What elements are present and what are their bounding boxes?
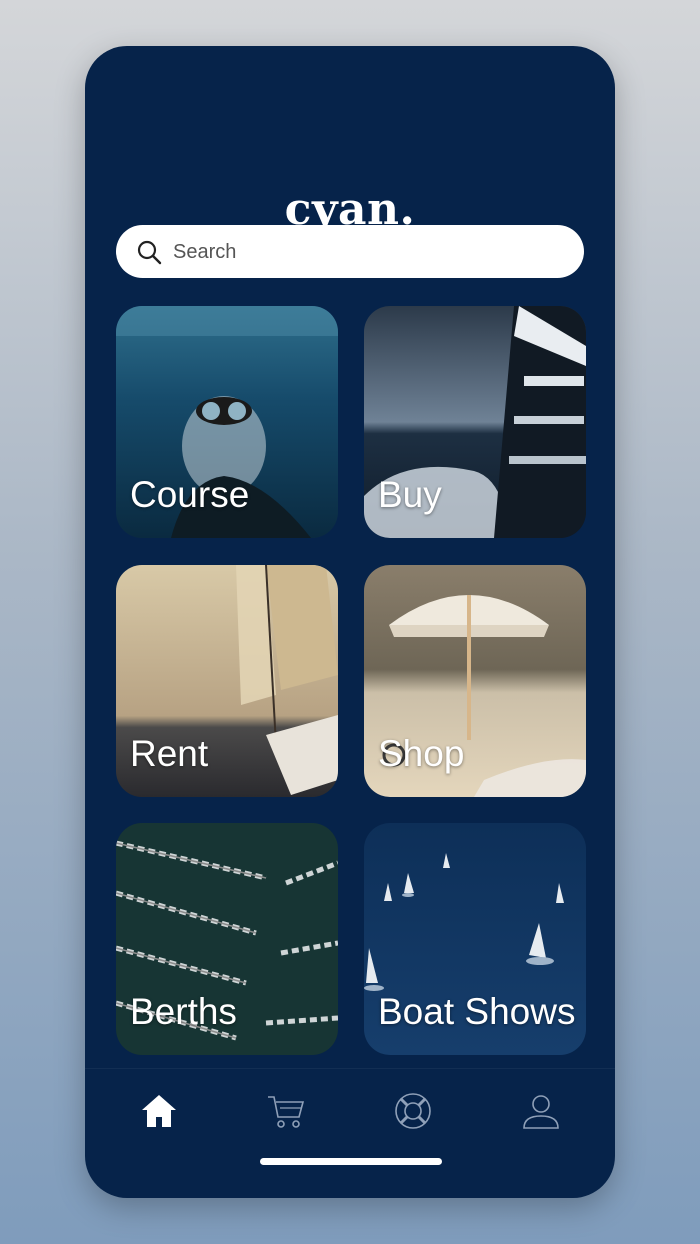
lifebuoy-icon	[395, 1093, 431, 1129]
tab-home[interactable]	[127, 1079, 191, 1143]
home-icon	[142, 1095, 176, 1127]
search-input[interactable]	[171, 235, 565, 269]
tile-berths[interactable]: Berths	[116, 823, 338, 1055]
home-indicator	[260, 1158, 442, 1165]
tile-buy[interactable]: Buy	[364, 306, 586, 538]
profile-icon	[523, 1095, 559, 1129]
app-screen: cyan. Course	[85, 46, 615, 1198]
search-icon	[137, 240, 162, 265]
tile-label: Rent	[130, 733, 209, 774]
tab-cart[interactable]	[254, 1079, 318, 1143]
tile-label: Buy	[378, 474, 442, 515]
tile-label: Boat Shows	[378, 991, 576, 1032]
tile-shop[interactable]: Shop	[364, 565, 586, 797]
tab-profile[interactable]	[509, 1079, 573, 1143]
tile-course[interactable]: Course	[116, 306, 338, 538]
tile-label: Course	[130, 474, 250, 515]
tile-rent[interactable]: Rent	[116, 565, 338, 797]
tab-support[interactable]	[381, 1079, 445, 1143]
search-bar[interactable]	[116, 225, 584, 278]
bottom-tab-bar	[85, 1068, 615, 1198]
tile-label: Berths	[130, 991, 237, 1032]
tile-label: Shop	[378, 733, 465, 774]
cart-icon	[268, 1096, 305, 1128]
tile-boat-shows[interactable]: Boat Shows	[364, 823, 586, 1055]
